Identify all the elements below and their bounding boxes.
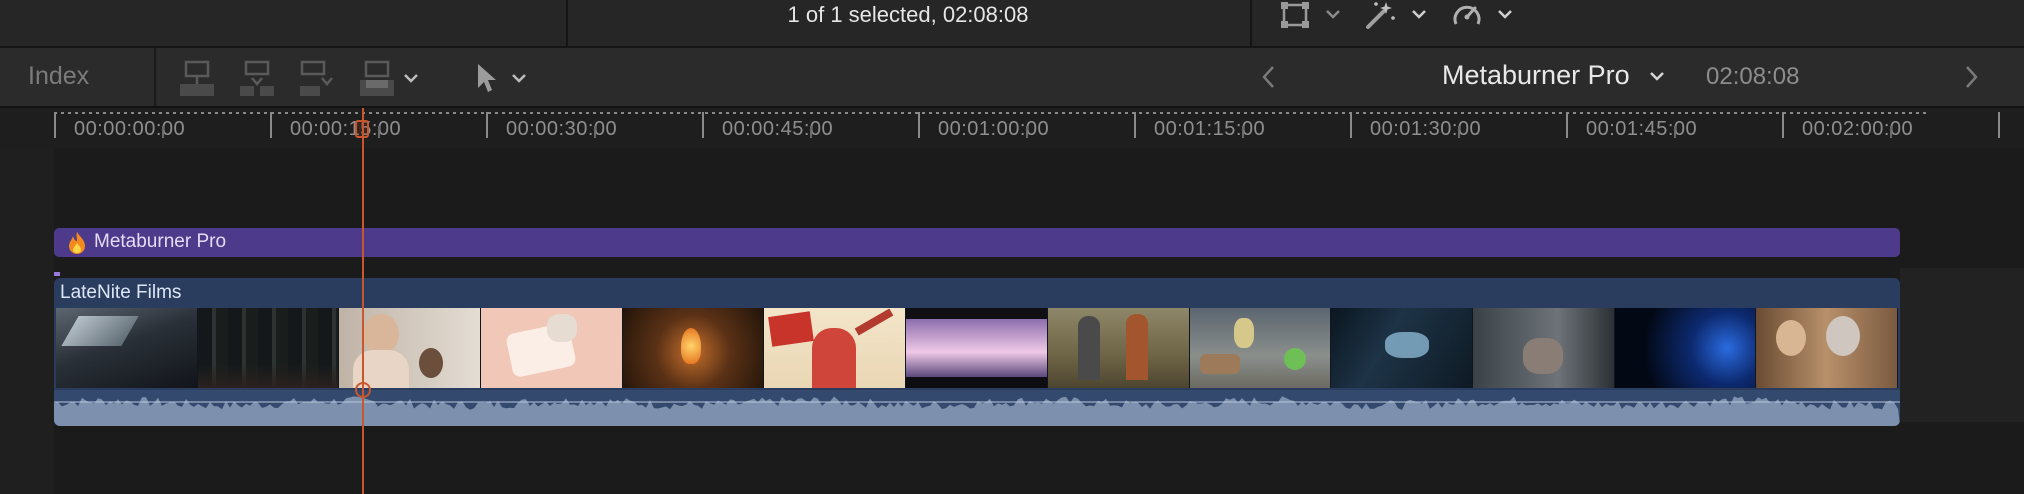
speed-gauge-icon[interactable] — [1450, 0, 1484, 30]
ruler-minor-tick — [1458, 126, 1460, 138]
magic-wand-icon[interactable] — [1362, 0, 1396, 30]
clip-thumbnail — [1614, 308, 1757, 388]
ruler-minor-tick — [810, 126, 812, 138]
ruler-label: 00:00:15:00 — [290, 118, 402, 140]
top-bar: 1 of 1 selected, 02:08:08 — [0, 0, 2024, 46]
chevron-right-icon[interactable] — [1962, 64, 1980, 90]
selection-marker — [54, 272, 60, 276]
clip-thumbnail — [1047, 308, 1190, 388]
overwrite-clip-icon[interactable] — [358, 60, 398, 98]
clip-thumbnail — [481, 308, 623, 388]
clip-thumbnail — [764, 308, 907, 388]
selection-status: 1 of 1 selected, 02:08:08 — [787, 2, 1029, 27]
ruler-label: 00:00:00:00 — [74, 118, 186, 140]
project-duration: 02:08:08 — [1706, 63, 1800, 90]
clip-thumbnail — [622, 308, 765, 388]
project-name[interactable]: Metaburner Pro — [1442, 60, 1630, 91]
audio-waveform — [54, 390, 1900, 426]
ruler-tick — [1782, 112, 1784, 138]
chevron-down-icon[interactable] — [1410, 4, 1428, 24]
clip-thumbnail — [1756, 308, 1898, 388]
clip-thumbnail — [339, 308, 482, 388]
ruler-minor-tick — [1026, 126, 1028, 138]
timeline-area[interactable]: Metaburner Pro LateNite Films — [0, 148, 2024, 494]
append-clip-icon[interactable] — [298, 60, 338, 98]
ruler-label: 00:01:00:00 — [938, 118, 1050, 140]
playhead[interactable] — [362, 108, 364, 494]
clip-thumbnail — [1189, 308, 1332, 388]
ruler-tick — [1134, 112, 1136, 138]
playhead-handle[interactable] — [355, 120, 369, 138]
ruler-tick — [918, 112, 920, 138]
ruler-tick — [1350, 112, 1352, 138]
flame-icon — [66, 231, 88, 260]
timecode-ruler[interactable]: 00:00:00:00 00:00:15:00 00:00:30:00 00:0… — [0, 108, 2024, 148]
clip-thumbnail — [1472, 308, 1615, 388]
ruler-label: 00:01:30:00 — [1370, 118, 1482, 140]
ruler-minor-tick — [1890, 126, 1892, 138]
chevron-down-icon[interactable] — [402, 68, 420, 88]
ruler-label: 00:00:45:00 — [722, 118, 834, 140]
ruler-tick — [54, 112, 56, 138]
ruler-label: 00:01:45:00 — [1586, 118, 1698, 140]
effect-clip-label: Metaburner Pro — [94, 231, 227, 252]
connect-clip-icon[interactable] — [178, 60, 218, 98]
ruler-dotted-line — [54, 112, 1930, 114]
ruler-label: 00:01:15:00 — [1154, 118, 1266, 140]
clip-thumbnail — [1331, 308, 1473, 388]
chevron-left-icon[interactable] — [1260, 64, 1278, 90]
divider — [154, 48, 156, 106]
clip-thumbnail — [56, 308, 198, 388]
ruler-tick — [1998, 112, 2000, 138]
divider — [1250, 0, 1252, 46]
ruler-minor-tick — [1674, 126, 1676, 138]
video-clip-label: LateNite Films — [60, 282, 182, 303]
ruler-tick — [270, 112, 272, 138]
ruler-tick — [486, 112, 488, 138]
transform-icon[interactable] — [1278, 0, 1312, 30]
clip-thumbnail — [906, 308, 1048, 388]
effect-adjustment-clip[interactable]: Metaburner Pro — [54, 228, 1900, 257]
ruler-minor-tick — [162, 126, 164, 138]
chevron-down-icon[interactable] — [1648, 66, 1666, 86]
video-clip[interactable]: LateNite Films — [54, 278, 1900, 426]
timeline-gutter — [0, 148, 54, 494]
timeline-lane — [1900, 268, 2024, 422]
ruler-tick — [702, 112, 704, 138]
index-button[interactable]: Index — [28, 62, 89, 91]
ruler-label: 00:02:00:00 — [1802, 118, 1914, 140]
clip-thumbnail — [197, 308, 340, 388]
filmstrip — [56, 308, 1898, 388]
insert-clip-icon[interactable] — [238, 60, 278, 98]
ruler-label: 00:00:30:00 — [506, 118, 618, 140]
chevron-down-icon[interactable] — [1496, 4, 1514, 24]
ruler-tick — [1566, 112, 1568, 138]
ruler-minor-tick — [594, 126, 596, 138]
ruler-minor-tick — [1242, 126, 1244, 138]
arrow-pointer-icon[interactable] — [474, 62, 502, 96]
chevron-down-icon[interactable] — [1324, 4, 1342, 24]
chevron-down-icon[interactable] — [510, 68, 528, 88]
ruler-minor-tick — [378, 126, 380, 138]
timeline-toolbar: Index Metaburner Pro 02:08:08 — [0, 46, 2024, 108]
